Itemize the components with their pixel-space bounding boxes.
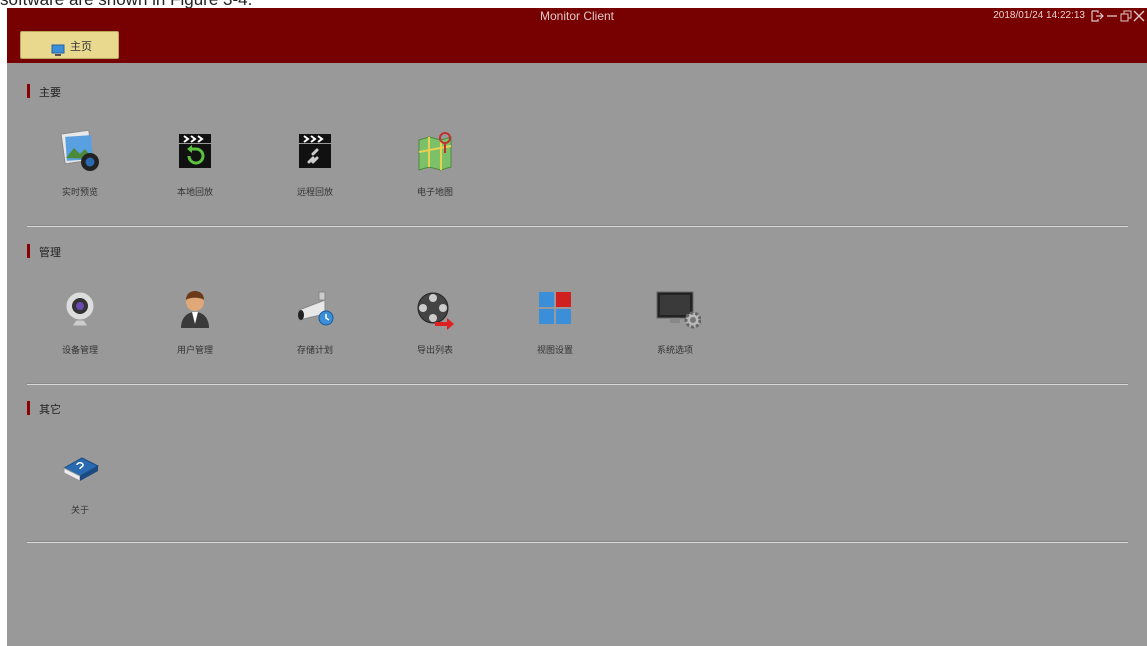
tile-view-settings[interactable]: 视图设置 xyxy=(500,288,610,368)
system-options-icon xyxy=(655,288,702,330)
tile-about[interactable]: 关于 xyxy=(25,448,135,528)
close-icon[interactable] xyxy=(1131,8,1147,24)
section-divider-2 xyxy=(27,383,1128,385)
monitor-client-window: Monitor Client 2018/01/24 14:22:13 主页 主要 xyxy=(7,8,1147,646)
tile-system-options[interactable]: 系统选项 xyxy=(620,288,730,368)
section-divider-1 xyxy=(27,225,1128,227)
remote-playback-icon xyxy=(295,130,335,172)
about-icon xyxy=(60,448,100,490)
section-accent-manage xyxy=(27,244,30,258)
e-map-icon xyxy=(415,130,455,172)
tile-local-playback-label: 本地回放 xyxy=(176,188,213,198)
section-accent-other xyxy=(27,401,30,415)
tile-storage-plan-label: 存储计划 xyxy=(296,346,333,356)
section-title-other: 其它 xyxy=(39,403,61,416)
tile-live-preview[interactable]: 实时预览 xyxy=(25,129,135,210)
tile-user-management-label: 用户管理 xyxy=(176,346,213,356)
section-accent-main xyxy=(27,84,30,98)
tile-storage-plan[interactable]: 存储计划 xyxy=(260,288,370,368)
datetime-display: 2018/01/24 14:22:13 xyxy=(993,10,1085,21)
section-title-manage: 管理 xyxy=(39,246,61,259)
storage-plan-icon xyxy=(295,288,335,330)
section-title-main: 主要 xyxy=(39,86,61,99)
user-management-icon xyxy=(175,288,215,330)
view-settings-icon xyxy=(535,288,575,330)
tile-e-map-label: 电子地图 xyxy=(416,188,453,198)
monitor-icon xyxy=(51,41,65,60)
tile-live-preview-label: 实时预览 xyxy=(61,188,98,198)
tile-local-playback[interactable]: 本地回放 xyxy=(140,130,250,210)
tile-view-settings-label: 视图设置 xyxy=(536,346,573,356)
tile-device-management[interactable]: 设备管理 xyxy=(25,288,135,368)
tile-device-management-label: 设备管理 xyxy=(61,346,98,356)
tile-export-list[interactable]: 导出列表 xyxy=(380,288,490,368)
logout-icon[interactable] xyxy=(1089,8,1105,24)
tile-about-label: 关于 xyxy=(70,506,89,516)
window-title: Monitor Client xyxy=(539,9,615,23)
tile-e-map[interactable]: 电子地图 xyxy=(380,130,490,210)
device-management-icon xyxy=(60,288,100,330)
section-divider-3 xyxy=(27,541,1128,543)
local-playback-icon xyxy=(175,130,215,172)
tile-export-list-label: 导出列表 xyxy=(416,346,453,356)
title-bar: Monitor Client 2018/01/24 14:22:13 主页 xyxy=(7,8,1147,63)
live-preview-icon xyxy=(60,129,100,172)
tile-remote-playback[interactable]: 远程回放 xyxy=(260,130,370,210)
export-list-icon xyxy=(415,288,455,330)
tab-home-label: 主页 xyxy=(70,40,92,53)
tile-remote-playback-label: 远程回放 xyxy=(296,188,333,198)
tab-home[interactable]: 主页 xyxy=(20,31,119,59)
tile-user-management[interactable]: 用户管理 xyxy=(140,288,250,368)
tile-system-options-label: 系统选项 xyxy=(656,346,693,356)
